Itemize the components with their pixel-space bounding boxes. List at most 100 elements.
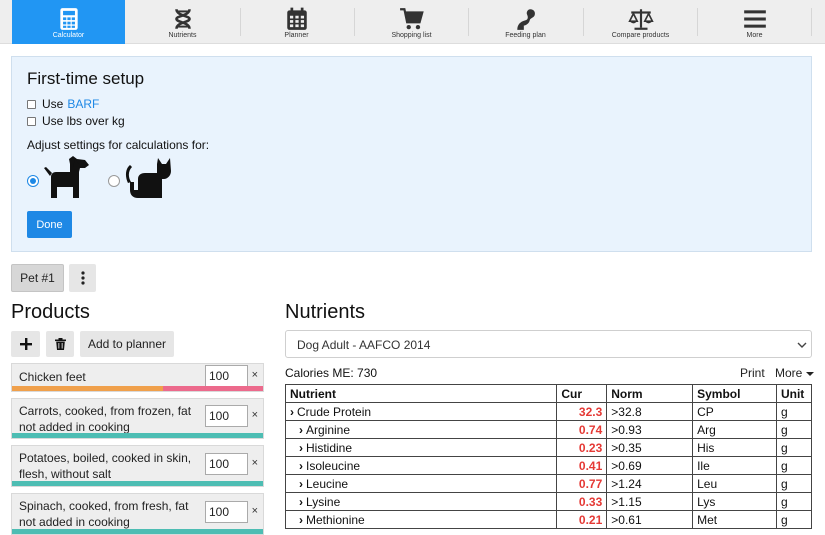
nav-compare-products[interactable]: Compare products — [584, 0, 697, 44]
nutrient-name-cell[interactable]: › Arginine — [284, 420, 558, 439]
use-barf-row[interactable]: Use BARF — [27, 97, 99, 111]
nutrient-unit-cell: g — [775, 492, 813, 511]
use-lbs-checkbox[interactable] — [27, 116, 36, 126]
nutrient-name-cell[interactable]: › Methionine — [284, 510, 558, 529]
cat-radio[interactable] — [108, 175, 120, 187]
product-name: Carrots, cooked, from frozen, fat not ad… — [19, 404, 192, 434]
product-composition-bar — [12, 386, 263, 391]
tab-pet-1[interactable]: Pet #1 — [11, 264, 64, 292]
nav-nutrients[interactable]: Nutrients — [126, 0, 239, 44]
chevron-right-icon[interactable]: › — [299, 459, 303, 473]
dog-icon[interactable] — [43, 155, 91, 200]
nutrient-norm-cell: >0.93 — [606, 420, 694, 439]
remove-product-button[interactable]: × — [252, 457, 258, 469]
nav-feeding-plan[interactable]: Feeding plan — [469, 0, 582, 44]
product-name: Spinach, cooked, from fresh, fat not add… — [19, 499, 189, 529]
quantity-input[interactable]: 100 — [205, 405, 248, 427]
nutrient-cur-cell: 0.77 — [556, 474, 608, 493]
nutrient-name-cell[interactable]: › Leucine — [284, 474, 558, 493]
remove-product-button[interactable]: × — [252, 369, 258, 381]
chevron-right-icon[interactable]: › — [299, 495, 303, 509]
nutrient-cur-cell: 0.21 — [556, 510, 608, 529]
barf-link[interactable]: BARF — [67, 97, 99, 111]
nutrient-name-cell[interactable]: › Histidine — [284, 438, 558, 457]
calories-readout: Calories ME: 730 — [285, 366, 378, 380]
cat-icon[interactable] — [124, 155, 172, 200]
product-name: Potatoes, boiled, cooked in skin, flesh,… — [19, 451, 192, 481]
nav-label: Calculator — [52, 32, 85, 39]
chevron-right-icon[interactable]: › — [299, 477, 303, 491]
column-header[interactable]: Symbol — [692, 384, 777, 403]
product-composition-bar — [12, 529, 263, 534]
chevron-right-icon[interactable]: › — [290, 405, 294, 419]
nutrient-name-cell[interactable]: › Crude Protein — [284, 402, 558, 421]
nav-planner[interactable]: Planner — [240, 0, 353, 44]
nutrient-symbol-cell: Arg — [692, 420, 777, 439]
table-row[interactable]: › Leucine 0.77 >1.24 Leu g — [284, 474, 813, 493]
cart-icon — [399, 8, 424, 30]
table-row[interactable]: › Lysine 0.33 >1.15 Lys g — [284, 492, 813, 511]
first-time-setup-panel: First-time setup Use BARF Use lbs over k… — [11, 56, 812, 252]
nutrient-norm-cell: >1.15 — [606, 492, 694, 511]
delete-product-button[interactable] — [46, 331, 74, 357]
chevron-right-icon[interactable]: › — [299, 423, 303, 437]
quantity-input[interactable]: 100 — [205, 365, 248, 387]
dog-radio[interactable] — [27, 175, 39, 187]
pet-options-button[interactable] — [69, 264, 96, 292]
nutrient-profile-value: Dog Adult - AAFCO 2014 — [297, 338, 431, 352]
quantity-input[interactable]: 100 — [205, 501, 248, 523]
calendar-icon — [286, 7, 307, 30]
more-dropdown[interactable]: More — [775, 366, 814, 380]
quantity-input[interactable]: 100 — [205, 453, 248, 475]
use-lbs-label: Use lbs over kg — [42, 114, 125, 128]
remove-product-button[interactable]: × — [252, 409, 258, 421]
nutrient-name-cell[interactable]: › Isoleucine — [284, 456, 558, 475]
add-product-button[interactable] — [11, 331, 40, 357]
table-row[interactable]: › Crude Protein 32.3 >32.8 CP g — [284, 402, 813, 421]
nutrient-unit-cell: g — [775, 438, 813, 457]
table-header-row: Nutrient Cur Norm Symbol Unit — [284, 384, 813, 403]
calculator-icon — [59, 8, 78, 30]
product-card[interactable]: Carrots, cooked, from frozen, fat not ad… — [11, 398, 264, 439]
done-button[interactable]: Done — [27, 211, 72, 238]
column-header[interactable]: Cur — [556, 384, 608, 403]
remove-product-button[interactable]: × — [252, 505, 258, 517]
nutrient-symbol-cell: His — [692, 438, 777, 457]
nutrient-name-cell[interactable]: › Lysine — [284, 492, 558, 511]
nutrient-norm-cell: >0.69 — [606, 456, 694, 475]
feeding-icon — [516, 9, 535, 30]
column-header[interactable]: Nutrient — [284, 384, 558, 403]
add-to-planner-button[interactable]: Add to planner — [80, 331, 174, 357]
use-barf-checkbox[interactable] — [27, 99, 36, 109]
product-name: Chicken feet — [19, 370, 86, 384]
nutrient-norm-cell: >1.24 — [606, 474, 694, 493]
chevron-right-icon[interactable]: › — [299, 513, 303, 527]
chevron-right-icon[interactable]: › — [299, 441, 303, 455]
top-nav: Calculator Nutrients Planner Shopping li… — [0, 0, 825, 44]
print-button[interactable]: Print — [740, 366, 765, 380]
nutrient-norm-cell: >0.61 — [606, 510, 694, 529]
nav-label: Compare products — [611, 32, 670, 39]
dna-icon — [174, 8, 191, 30]
nav-more[interactable]: More — [698, 0, 811, 44]
nav-shopping-list[interactable]: Shopping list — [355, 0, 468, 44]
product-card[interactable]: Potatoes, boiled, cooked in skin, flesh,… — [11, 445, 264, 487]
use-barf-prefix: Use — [42, 97, 64, 111]
nutrient-name: Histidine — [306, 440, 353, 455]
nutrient-cur-cell: 0.74 — [556, 420, 608, 439]
setup-title: First-time setup — [27, 69, 145, 88]
product-card[interactable]: Chicken feet 100 × — [11, 363, 264, 392]
nav-calculator[interactable]: Calculator — [12, 0, 125, 44]
table-row[interactable]: › Isoleucine 0.41 >0.69 Ile g — [284, 456, 813, 475]
nav-label: Feeding plan — [505, 32, 546, 39]
nutrient-norm-cell: >32.8 — [606, 402, 694, 421]
use-lbs-row[interactable]: Use lbs over kg — [27, 114, 125, 128]
table-row[interactable]: › Methionine 0.21 >0.61 Met g — [284, 510, 813, 529]
product-card[interactable]: Spinach, cooked, from fresh, fat not add… — [11, 493, 264, 535]
table-row[interactable]: › Arginine 0.74 >0.93 Arg g — [284, 420, 813, 439]
column-header[interactable]: Norm — [606, 384, 694, 403]
nutrient-profile-select[interactable]: Dog Adult - AAFCO 2014 — [285, 330, 812, 358]
table-row[interactable]: › Histidine 0.23 >0.35 His g — [284, 438, 813, 457]
trash-icon — [54, 338, 66, 350]
column-header[interactable]: Unit — [775, 384, 813, 403]
